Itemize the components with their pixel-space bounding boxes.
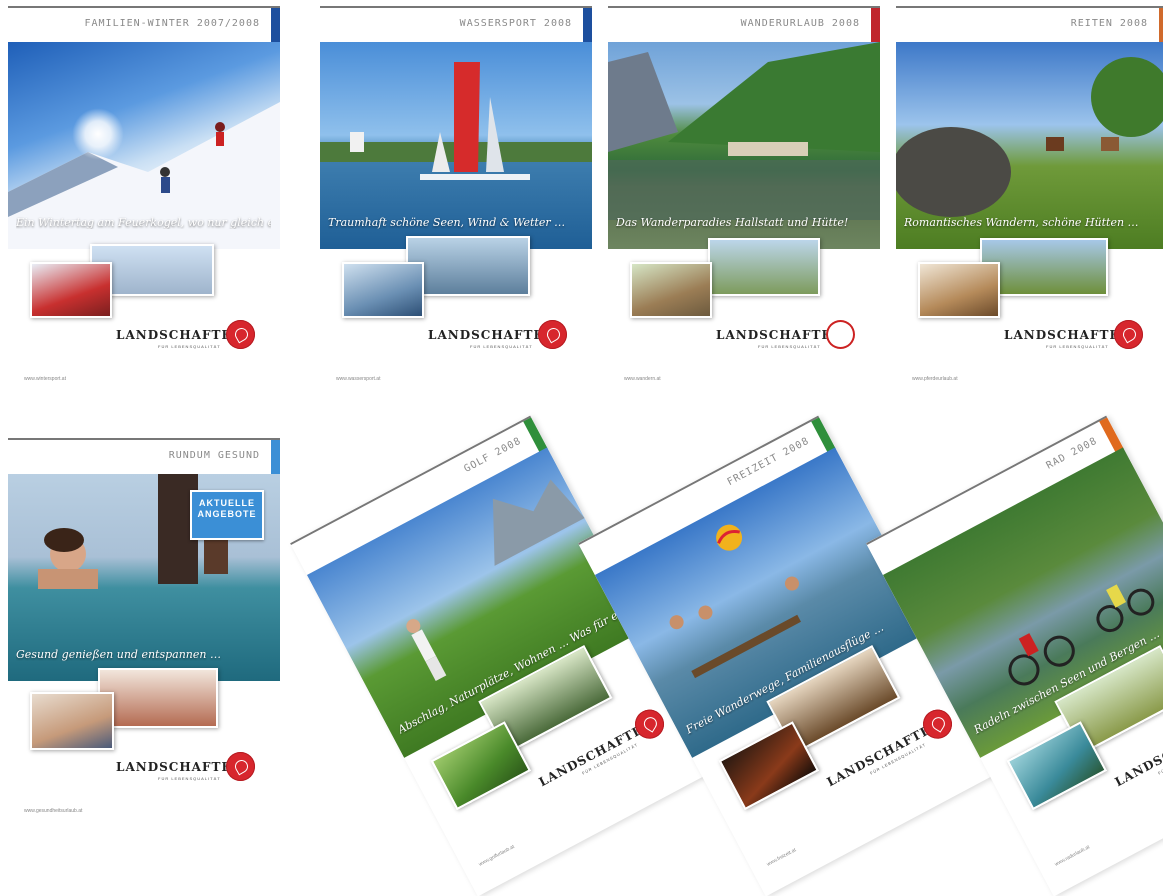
cover-photo-golfer — [306, 447, 645, 758]
brand-subline: FÜR LEBENSQUALITÄT — [158, 776, 221, 781]
cover-header: WANDERURLAUB 2008 — [608, 6, 880, 44]
brochure-cover-familien-winter[interactable]: FAMILIEN-WINTER 2007/2008 Ein Wintertag … — [8, 6, 280, 406]
cover-slogan: Romantisches Wandern, schöne Hütten … — [904, 216, 1139, 229]
brand-logo-text: LANDSCHAFTEN — [116, 328, 244, 342]
cover-title: RUNDUM GESUND — [168, 450, 260, 461]
cover-accent-tab — [871, 8, 880, 44]
offers-badge-label: AKTUELLE ANGEBOTE — [197, 498, 257, 519]
inset-photo-couple — [30, 692, 114, 750]
brand-subline: FÜR LEBENSQUALITÄT — [1046, 344, 1109, 349]
inset-photo-child-horse — [918, 262, 1000, 318]
inset-photo-children — [30, 262, 112, 318]
cover-title: WASSERSPORT 2008 — [459, 18, 572, 29]
cover-header: RUNDUM GESUND — [8, 438, 280, 476]
cover-slogan: Gesund genießen und entspannen … — [16, 648, 221, 661]
cover-slogan: Das Wanderparadies Hallstatt und Hütte! — [616, 216, 849, 229]
inset-photo-windsurf — [342, 262, 424, 318]
cover-url: www.radurlaub.at — [1053, 844, 1091, 868]
golf-course-graphic — [406, 479, 585, 681]
brand-subline: FÜR LEBENSQUALITÄT — [158, 344, 221, 349]
brand-seal-icon — [826, 320, 855, 349]
cover-url: www.pferdeurlaub.at — [912, 376, 958, 382]
brand-logo-text: LANDSCHAFTEN — [116, 760, 244, 774]
cover-url: www.freizeit.at — [765, 847, 798, 868]
cover-accent-tab — [1159, 8, 1163, 44]
brand-seal-icon — [1114, 320, 1143, 349]
cover-url: www.golfurlaub.at — [477, 843, 516, 868]
cover-title: FAMILIEN-WINTER 2007/2008 — [84, 18, 260, 29]
brochure-cover-reiten[interactable]: REITEN 2008 Romantisches Wandern, schöne… — [896, 6, 1163, 406]
cover-url: www.wassersport.at — [336, 376, 381, 382]
brand-logo-text: LANDSCHAFTEN — [428, 328, 556, 342]
cover-title: WANDERURLAUB 2008 — [740, 18, 860, 29]
sun-glare — [72, 108, 124, 160]
brand-logo-text: LANDSCHAFTEN — [716, 328, 844, 342]
cover-accent-tab — [271, 8, 280, 44]
cover-slogan: Traumhaft schöne Seen, Wind & Wetter … — [328, 216, 566, 229]
cover-accent-tab — [583, 8, 592, 44]
cover-header: WASSERSPORT 2008 — [320, 6, 592, 44]
cover-header: REITEN 2008 — [896, 6, 1163, 44]
brand-seal-icon — [226, 752, 255, 781]
brand-subline: FÜR LEBENSQUALITÄT — [470, 344, 533, 349]
brochure-cover-rundum-gesund[interactable]: RUNDUM GESUND AKTUELLE ANGEBOTE Gesund g… — [8, 438, 280, 838]
cover-url: www.wintersport.at — [24, 376, 66, 382]
cover-url: www.gesundheitsurlaub.at — [24, 808, 83, 814]
inset-photo-hiker — [708, 238, 820, 296]
cover-slogan: Ein Wintertag am Feuerkogel, wo nur glei… — [16, 216, 271, 229]
brand-seal-icon — [538, 320, 567, 349]
brand-subline: FÜR LEBENSQUALITÄT — [758, 344, 821, 349]
cover-url: www.wandern.at — [624, 376, 661, 382]
brand-logo-text: LANDSCHAFTEN — [1004, 328, 1132, 342]
brochure-cover-wassersport[interactable]: WASSERSPORT 2008 Traumhaft schöne Seen, … — [320, 6, 592, 406]
offers-badge[interactable]: AKTUELLE ANGEBOTE — [190, 490, 264, 540]
cover-header: FAMILIEN-WINTER 2007/2008 — [8, 6, 280, 44]
brochure-cover-wanderurlaub[interactable]: WANDERURLAUB 2008 Das Wanderparadies Hal… — [608, 6, 880, 406]
inset-photo-group — [630, 262, 712, 318]
cover-title: REITEN 2008 — [1070, 18, 1148, 29]
cover-accent-tab — [271, 440, 280, 476]
inset-photo-fishing — [406, 236, 530, 296]
inset-photo-dining — [98, 668, 218, 728]
brand-seal-icon — [226, 320, 255, 349]
